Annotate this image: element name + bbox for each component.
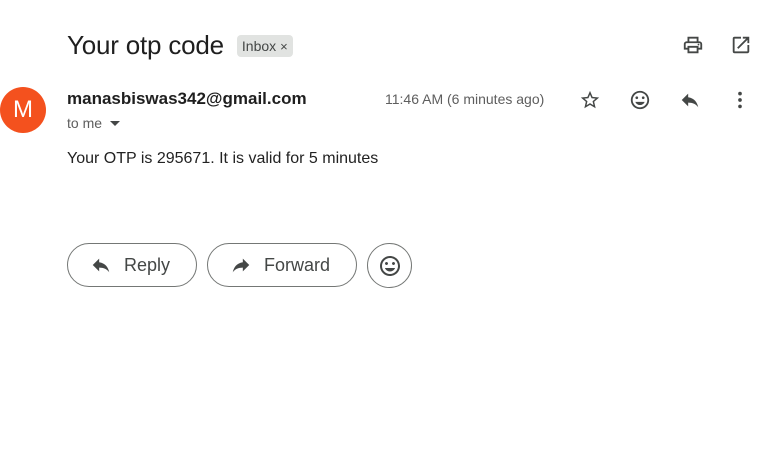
print-icon bbox=[683, 36, 703, 54]
star-icon bbox=[580, 90, 600, 109]
emoji-reaction-button[interactable] bbox=[367, 243, 413, 288]
forward-label: Forward bbox=[264, 254, 331, 275]
more-vert-icon bbox=[738, 91, 742, 109]
star-button[interactable] bbox=[578, 88, 602, 112]
thread-toolbar bbox=[681, 33, 753, 57]
recipient-summary: to me bbox=[67, 115, 103, 131]
forward-arrow-icon bbox=[232, 258, 250, 273]
print-button[interactable] bbox=[681, 33, 705, 57]
emoji-reaction-icon bbox=[630, 90, 650, 110]
sender-email[interactable]: manasbiswas342@gmail.com bbox=[67, 89, 307, 109]
reply-pill-button[interactable]: Reply bbox=[67, 243, 198, 287]
open-in-new-window-icon bbox=[732, 36, 750, 54]
more-options-button[interactable] bbox=[728, 88, 752, 112]
message-timestamp: 11:46 AM (6 minutes ago) bbox=[385, 91, 545, 107]
email-body: Your OTP is 295671. It is valid for 5 mi… bbox=[67, 150, 379, 167]
reply-button[interactable] bbox=[678, 88, 702, 112]
email-view: Your otp code Inbox × M manasbiswas342@g… bbox=[0, 0, 767, 457]
recipient-details-toggle[interactable]: to me bbox=[67, 115, 121, 131]
reply-actions: Reply Forward bbox=[67, 243, 413, 288]
label-text: Inbox bbox=[241, 38, 277, 54]
email-subject: Your otp code bbox=[67, 30, 224, 60]
remove-label-icon[interactable]: × bbox=[280, 39, 288, 54]
subject-row: Your otp code Inbox × bbox=[67, 28, 293, 62]
add-reaction-button[interactable] bbox=[628, 88, 652, 112]
forward-pill-button[interactable]: Forward bbox=[207, 243, 358, 287]
reply-icon bbox=[681, 93, 699, 108]
chevron-down-icon bbox=[110, 120, 121, 126]
message-toolbar bbox=[578, 88, 752, 112]
inbox-label-chip[interactable]: Inbox × bbox=[236, 35, 293, 57]
reply-arrow-icon bbox=[92, 258, 110, 273]
open-in-new-window-button[interactable] bbox=[729, 33, 753, 57]
reply-label: Reply bbox=[124, 254, 171, 275]
sender-avatar[interactable]: M bbox=[0, 87, 46, 133]
emoji-icon bbox=[379, 255, 400, 276]
